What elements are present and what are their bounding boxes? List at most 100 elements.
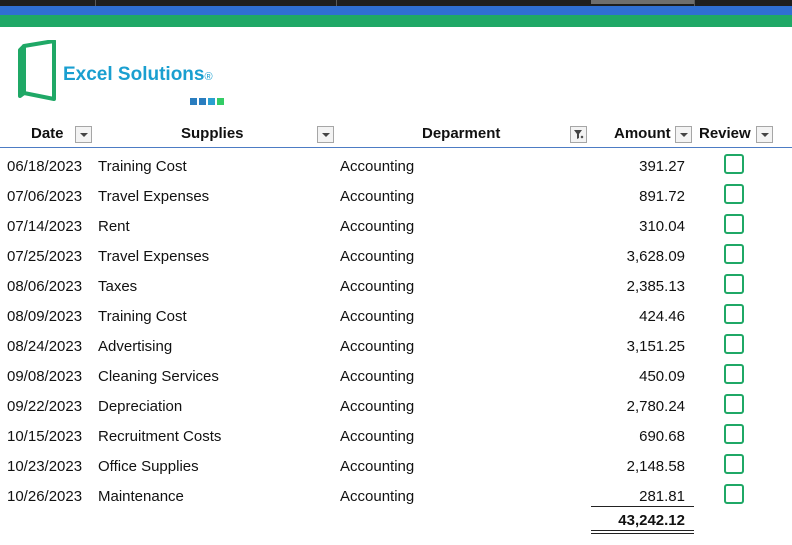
cell-supply[interactable]: Cleaning Services (98, 368, 219, 385)
toolbar-highlight (591, 0, 694, 4)
cell-department[interactable]: Accounting (340, 188, 414, 205)
reviewed-checkbox[interactable] (724, 304, 744, 324)
reviewed-checkbox[interactable] (724, 154, 744, 174)
cell-department[interactable]: Accounting (340, 458, 414, 475)
reviewed-checkbox[interactable] (724, 244, 744, 264)
cell-date[interactable]: 08/06/2023 (7, 278, 82, 295)
cell-amount[interactable]: 310.04 (639, 218, 685, 235)
reviewed-checkbox[interactable] (724, 364, 744, 384)
cell-amount[interactable]: 450.09 (639, 368, 685, 385)
reviewed-filter-dropdown[interactable] (756, 126, 773, 143)
cell-department[interactable]: Accounting (340, 398, 414, 415)
total-double-rule (591, 530, 694, 531)
cell-date[interactable]: 10/26/2023 (7, 488, 82, 505)
reviewed-checkbox[interactable] (724, 424, 744, 444)
cell-department[interactable]: Accounting (340, 158, 414, 175)
cell-amount[interactable]: 3,151.25 (627, 338, 685, 355)
cell-department[interactable]: Accounting (340, 308, 414, 325)
amount-total: 43,242.12 (618, 512, 685, 529)
table-row: 09/22/2023 Depreciation Accounting 2,780.24 (0, 390, 792, 420)
column-header-amount: Amount (614, 125, 671, 142)
cell-amount[interactable]: 2,780.24 (627, 398, 685, 415)
brand-dot (208, 98, 215, 105)
total-rule-top (591, 506, 694, 507)
brand-dot (190, 98, 197, 105)
green-band (0, 15, 792, 27)
brand-name-text: Excel Solutions (63, 64, 205, 85)
brand-dots (190, 92, 226, 110)
cell-amount[interactable]: 3,628.09 (627, 248, 685, 265)
cell-date[interactable]: 09/08/2023 (7, 368, 82, 385)
cell-supply[interactable]: Maintenance (98, 488, 184, 505)
cell-date[interactable]: 07/25/2023 (7, 248, 82, 265)
reviewed-checkbox[interactable] (724, 274, 744, 294)
reviewed-checkbox[interactable] (724, 454, 744, 474)
cell-date[interactable]: 09/22/2023 (7, 398, 82, 415)
cell-supply[interactable]: Taxes (98, 278, 137, 295)
blue-band (0, 6, 792, 15)
amount-filter-dropdown[interactable] (675, 126, 692, 143)
table-row: 09/08/2023 Cleaning Services Accounting 450… (0, 360, 792, 390)
table-row: 06/18/2023 Training Cost Accounting 391.27 (0, 150, 792, 180)
cell-supply[interactable]: Travel Expenses (98, 248, 209, 265)
door-logo-icon (18, 40, 56, 101)
registered-mark: ® (204, 71, 213, 83)
cell-date[interactable]: 07/14/2023 (7, 218, 82, 235)
table-row: 10/23/2023 Office Supplies Accounting 2,148… (0, 450, 792, 480)
cell-date[interactable]: 10/23/2023 (7, 458, 82, 475)
cell-supply[interactable]: Travel Expenses (98, 188, 209, 205)
cell-department[interactable]: Accounting (340, 278, 414, 295)
cell-supply[interactable]: Recruitment Costs (98, 428, 221, 445)
cell-department[interactable]: Accounting (340, 428, 414, 445)
table-row: 07/14/2023 Rent Accounting 310.04 (0, 210, 792, 240)
table-row: 10/15/2023 Recruitment Costs Accounting 690… (0, 420, 792, 450)
cell-amount[interactable]: 281.81 (639, 488, 685, 505)
table-row: 07/06/2023 Travel Expenses Accounting 891.7… (0, 180, 792, 210)
cell-amount[interactable]: 424.46 (639, 308, 685, 325)
cell-date[interactable]: 06/18/2023 (7, 158, 82, 175)
date-filter-dropdown[interactable] (75, 126, 92, 143)
cell-supply[interactable]: Rent (98, 218, 130, 235)
cell-amount[interactable]: 891.72 (639, 188, 685, 205)
cell-supply[interactable]: Advertising (98, 338, 172, 355)
cell-date[interactable]: 08/24/2023 (7, 338, 82, 355)
table-row: 08/24/2023 Advertising Accounting 3,151.25 (0, 330, 792, 360)
reviewed-checkbox[interactable] (724, 184, 744, 204)
cell-department[interactable]: Accounting (340, 338, 414, 355)
brand-dot (199, 98, 206, 105)
cell-date[interactable]: 08/09/2023 (7, 308, 82, 325)
cell-department[interactable]: Accounting (340, 218, 414, 235)
cell-department[interactable]: Accounting (340, 488, 414, 505)
cell-date[interactable]: 10/15/2023 (7, 428, 82, 445)
total-double-rule (591, 533, 694, 534)
column-header-department: Deparment (422, 125, 501, 142)
cell-supply[interactable]: Training Cost (98, 308, 187, 325)
cell-department[interactable]: Accounting (340, 368, 414, 385)
brand-dot (217, 98, 224, 105)
column-header-date: Date (31, 125, 64, 142)
table-row: 08/06/2023 Taxes Accounting 2,385.13 (0, 270, 792, 300)
header-rule (0, 147, 792, 148)
cell-supply[interactable]: Depreciation (98, 398, 182, 415)
department-filter-dropdown[interactable] (570, 126, 587, 143)
reviewed-checkbox[interactable] (724, 334, 744, 354)
brand-logo: Excel Solutions® (18, 40, 258, 105)
column-header-supplies: Supplies (181, 125, 244, 142)
table-row: 08/09/2023 Training Cost Accounting 424.46 (0, 300, 792, 330)
cell-department[interactable]: Accounting (340, 248, 414, 265)
cell-supply[interactable]: Training Cost (98, 158, 187, 175)
reviewed-checkbox[interactable] (724, 214, 744, 234)
cell-supply[interactable]: Office Supplies (98, 458, 199, 475)
cell-amount[interactable]: 2,148.58 (627, 458, 685, 475)
reviewed-checkbox[interactable] (724, 394, 744, 414)
reviewed-checkbox[interactable] (724, 484, 744, 504)
cell-amount[interactable]: 391.27 (639, 158, 685, 175)
table-row: 07/25/2023 Travel Expenses Accounting 3,628… (0, 240, 792, 270)
cell-date[interactable]: 07/06/2023 (7, 188, 82, 205)
cell-amount[interactable]: 2,385.13 (627, 278, 685, 295)
supplies-filter-dropdown[interactable] (317, 126, 334, 143)
brand-name: Excel Solutions® (63, 64, 213, 86)
cell-amount[interactable]: 690.68 (639, 428, 685, 445)
filter-funnel-icon (574, 130, 584, 139)
column-header-reviewed: Review (699, 125, 751, 142)
